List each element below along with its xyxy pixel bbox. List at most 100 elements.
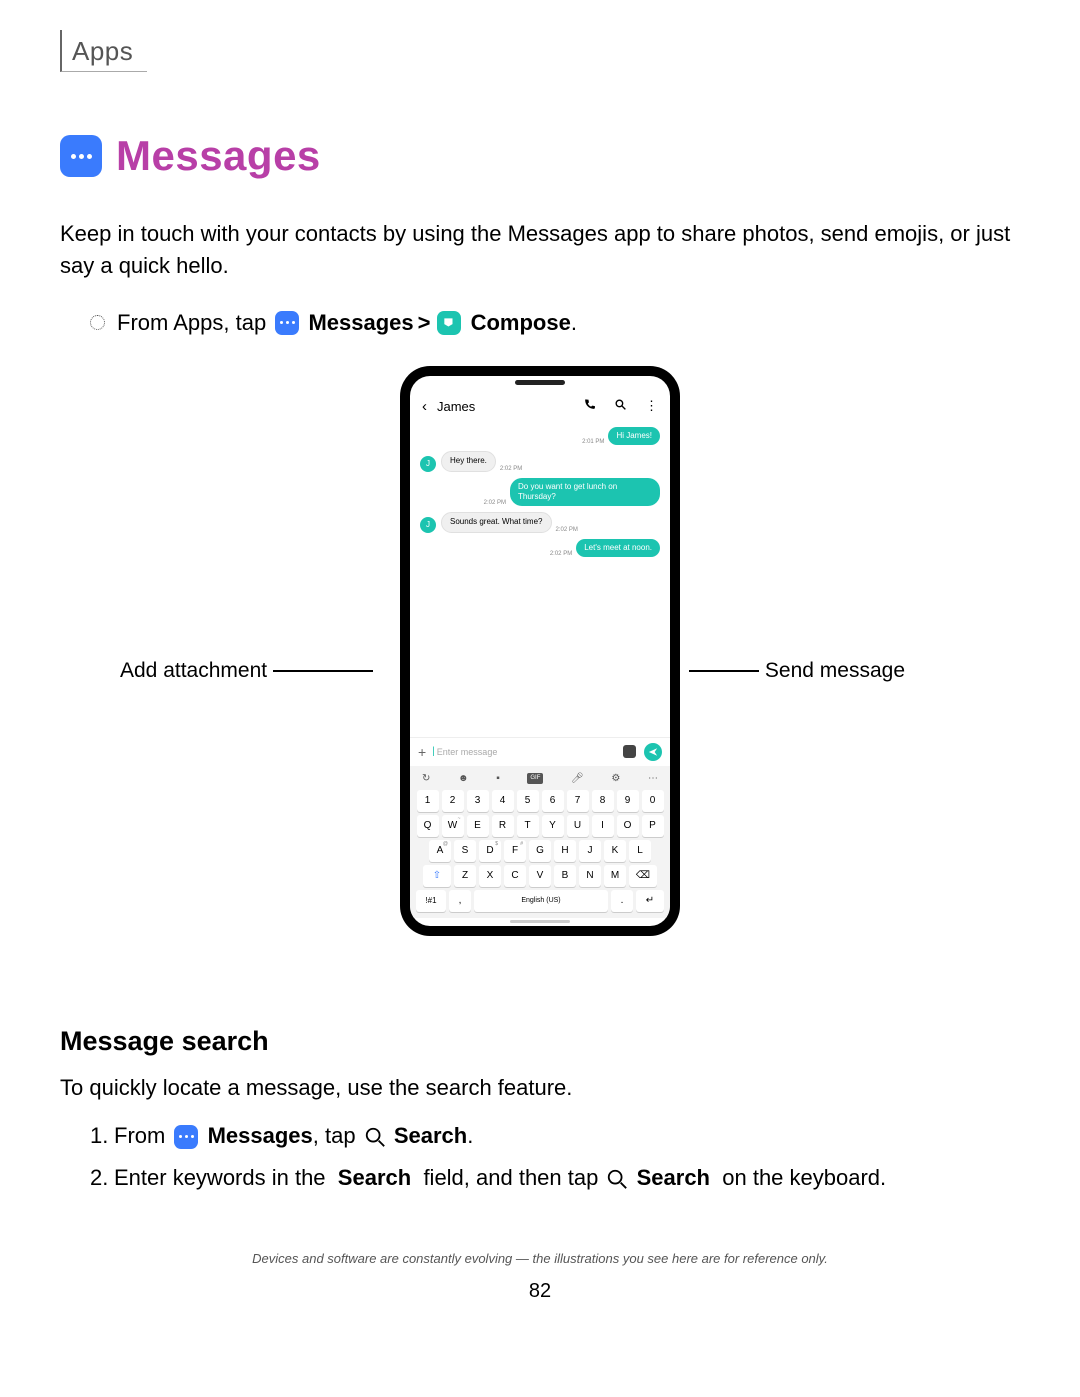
t: on the keyboard.	[722, 1165, 886, 1190]
kbd-tool-icon[interactable]: ↻	[422, 773, 430, 784]
keyboard-key[interactable]: English (US)	[474, 890, 608, 912]
t: Search	[637, 1165, 710, 1190]
keyboard-key[interactable]: .	[611, 890, 633, 912]
keyboard-key[interactable]: A@	[429, 840, 451, 862]
keyboard-key[interactable]: C	[504, 865, 526, 887]
keyboard-row-3: A@SD$F#GHJKL	[416, 840, 664, 862]
page-title: Messages	[116, 132, 321, 180]
keyboard-key[interactable]: U	[567, 815, 589, 837]
call-icon[interactable]	[583, 398, 596, 414]
keyboard-key[interactable]: 8	[592, 790, 614, 812]
keyboard-key[interactable]: L	[629, 840, 651, 862]
keyboard-key[interactable]: I	[592, 815, 614, 837]
phone-frame: ‹ James ⋮ 2:01 PM Hi James! JHey there.2:0…	[400, 366, 680, 936]
keyboard-row-2: QW~ERTYUIOP	[416, 815, 664, 837]
keyboard-key[interactable]: !#1	[416, 890, 446, 912]
t: Messages	[208, 1123, 313, 1148]
keyboard-toolbar: ↻ ☻ ▪ GIF 🎤︎ ⚙ ⋯	[416, 770, 664, 787]
t: field, and then tap	[423, 1165, 598, 1190]
keyboard-key[interactable]: 3	[467, 790, 489, 812]
messages-app-icon	[60, 135, 102, 177]
instruction-period: .	[571, 310, 577, 336]
keyboard-row-5: !#1,English (US).↵	[416, 890, 664, 912]
keyboard-key[interactable]: ⌫	[629, 865, 657, 887]
keyboard-key[interactable]: 7	[567, 790, 589, 812]
callout-left-label: Add attachment	[120, 659, 267, 683]
kbd-gif-icon[interactable]: GIF	[527, 773, 543, 784]
t: , tap	[313, 1123, 356, 1148]
kbd-settings-icon[interactable]: ⚙	[611, 773, 620, 784]
keyboard-key[interactable]: M	[604, 865, 626, 887]
keyboard-key[interactable]: K	[604, 840, 626, 862]
t: From	[114, 1123, 165, 1148]
keyboard-key[interactable]: Q	[417, 815, 439, 837]
message-bubble: Hi James!	[608, 427, 660, 445]
kbd-more-icon[interactable]: ⋯	[648, 773, 658, 784]
message-bubble: Do you want to get lunch on Thursday?	[510, 478, 660, 507]
keyboard-key[interactable]: S	[454, 840, 476, 862]
earpiece	[515, 380, 565, 385]
message-row: JHey there.2:02 PM	[420, 451, 660, 471]
kbd-voice-icon[interactable]: 🎤︎	[571, 773, 584, 784]
keyboard-key[interactable]: F#	[504, 840, 526, 862]
keyboard-key[interactable]: ⇧	[423, 865, 451, 887]
subheading-message-search: Message search	[60, 1026, 1020, 1057]
keyboard-key[interactable]: 0	[642, 790, 664, 812]
message-bubble: Sounds great. What time?	[441, 512, 552, 532]
messages-inline-icon	[275, 311, 299, 335]
page-number: 82	[60, 1280, 1020, 1303]
keyboard-key[interactable]: H	[554, 840, 576, 862]
keyboard-key[interactable]: V	[529, 865, 551, 887]
send-button[interactable]	[644, 743, 662, 761]
keyboard-key[interactable]: T	[517, 815, 539, 837]
page-heading: Messages	[60, 132, 1020, 180]
keyboard-key[interactable]: Y	[542, 815, 564, 837]
keyboard-key[interactable]: B	[554, 865, 576, 887]
keyboard-key[interactable]: R	[492, 815, 514, 837]
keyboard-key[interactable]: 2	[442, 790, 464, 812]
keyboard-key[interactable]: W~	[442, 815, 464, 837]
keyboard-key[interactable]: O	[617, 815, 639, 837]
message-input[interactable]: Enter message	[437, 747, 623, 757]
keyboard-key[interactable]: N	[579, 865, 601, 887]
sticker-icon[interactable]	[623, 745, 636, 758]
section-tab: Apps	[60, 30, 147, 72]
keyboard-key[interactable]: 5	[517, 790, 539, 812]
message-row: J Sounds great. What time? 2:02 PM	[420, 512, 660, 532]
keyboard-key[interactable]: ,	[449, 890, 471, 912]
search-icon[interactable]	[614, 398, 627, 414]
keyboard-key[interactable]: D$	[479, 840, 501, 862]
keyboard-key[interactable]: 6	[542, 790, 564, 812]
contact-name: James	[437, 399, 565, 414]
keyboard-key[interactable]: P	[642, 815, 664, 837]
home-indicator	[510, 920, 570, 923]
t: Search	[394, 1123, 467, 1148]
keyboard-key[interactable]: 4	[492, 790, 514, 812]
t: Enter keywords in the	[114, 1165, 326, 1190]
timestamp: 2:01 PM	[582, 439, 604, 445]
keyboard-key[interactable]: X	[479, 865, 501, 887]
kbd-emoji-icon[interactable]: ☻	[458, 773, 469, 784]
kbd-sticker-icon[interactable]: ▪	[496, 773, 500, 784]
search-icon	[364, 1126, 386, 1148]
keyboard-key[interactable]: ↵	[636, 890, 664, 912]
avatar: J	[420, 517, 436, 533]
more-icon[interactable]: ⋮	[645, 398, 658, 414]
keyboard-key[interactable]: E	[467, 815, 489, 837]
keyboard-key[interactable]: G	[529, 840, 551, 862]
back-icon[interactable]: ‹	[422, 398, 427, 415]
keyboard-row-4: ⇧ZXCVBNM⌫	[416, 865, 664, 887]
keyboard-key[interactable]: Z	[454, 865, 476, 887]
numbered-list: 1. From Messages, tap Search. 2. Enter k…	[60, 1123, 1020, 1191]
footnote: Devices and software are constantly evol…	[60, 1251, 1020, 1266]
callout-line	[273, 670, 373, 672]
callout-right-label: Send message	[765, 659, 905, 683]
instruction-prefix: From Apps, tap	[117, 310, 266, 336]
compose-inline-icon	[437, 311, 461, 335]
timestamp: 2:02 PM	[556, 527, 578, 533]
keyboard-key[interactable]: J	[579, 840, 601, 862]
message-input-bar: + | Enter message	[410, 737, 670, 766]
keyboard-key[interactable]: 9	[617, 790, 639, 812]
keyboard-key[interactable]: 1	[417, 790, 439, 812]
add-attachment-icon[interactable]: +	[418, 744, 426, 760]
